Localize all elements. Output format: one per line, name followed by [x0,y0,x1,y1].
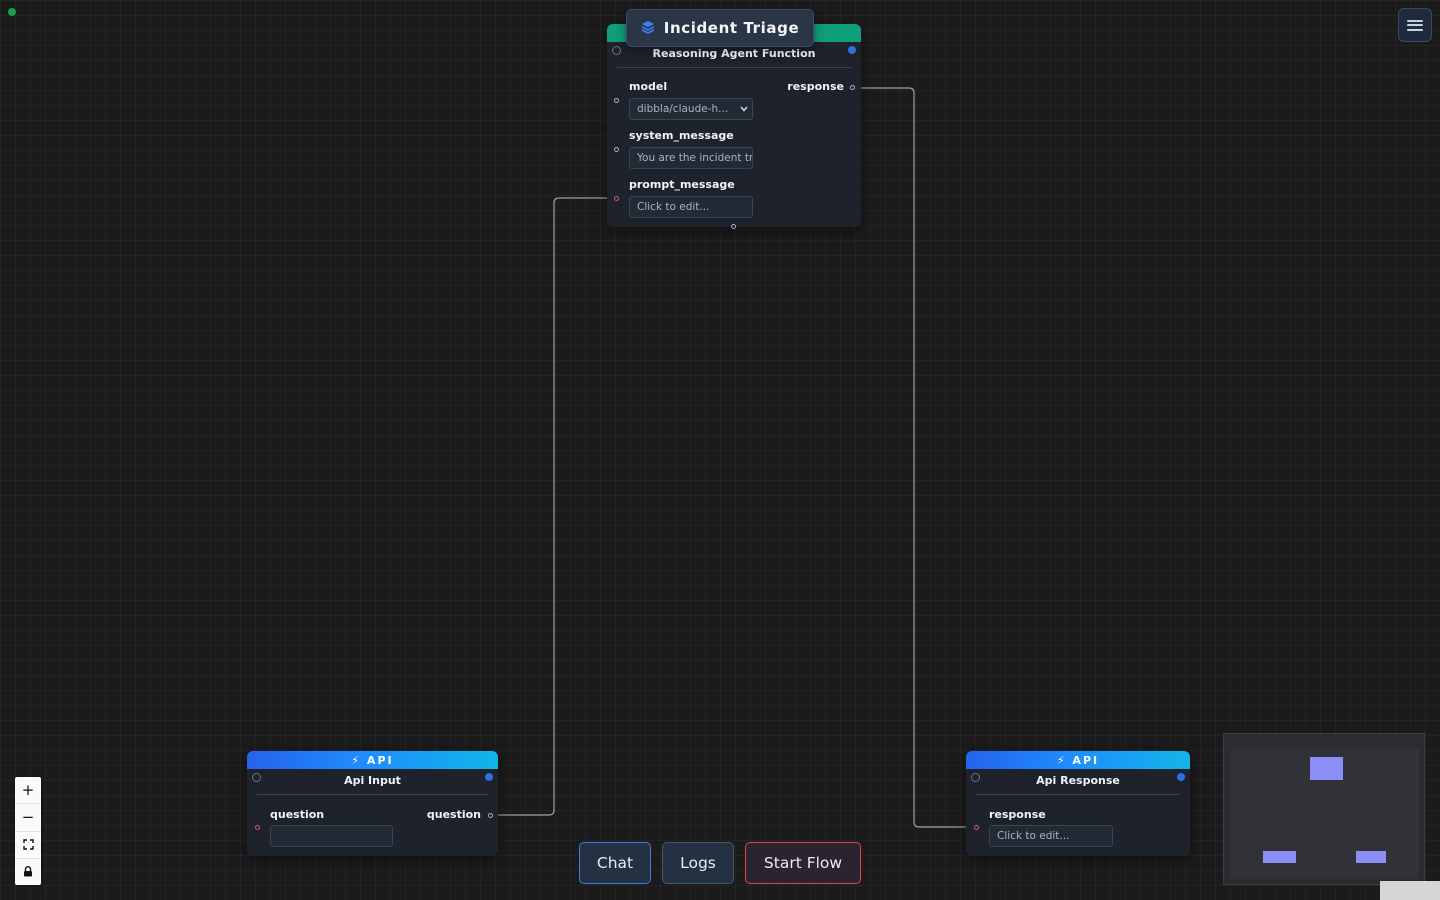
response-output-label: response [787,80,844,93]
model-select-value: dibbla/claude-h... [637,103,729,115]
lock-button[interactable] [15,859,41,885]
node-target-handle[interactable] [252,773,261,782]
edge-question-to-prompt [491,197,614,816]
chevron-down-icon [740,105,748,113]
zoom-out-button[interactable]: − [15,804,41,832]
node-source-handle[interactable] [848,46,856,54]
minimap-node-reasoning [1310,757,1343,780]
menu-button[interactable] [1398,8,1432,42]
node-source-handle[interactable] [1177,773,1185,781]
response-input-port[interactable] [974,825,979,830]
start-flow-button[interactable]: Start Flow [745,842,861,884]
node-source-handle[interactable] [485,773,493,781]
response-input-label: response [989,808,1046,821]
minus-icon: − [21,808,35,827]
fit-view-button[interactable] [15,832,41,859]
divider [617,67,851,68]
prompt-message-label: prompt_message [629,178,735,191]
api-badge: ⚡ API [247,751,498,769]
minimap-node-api-input [1263,851,1296,863]
api-badge: ⚡ API [966,751,1190,769]
question-input-label: question [270,808,325,821]
system-message-label: system_message [629,129,734,142]
response-output-port[interactable] [850,85,855,90]
flow-title: Incident Triage [663,19,800,37]
logs-button[interactable]: Logs [662,842,734,884]
fit-view-icon [22,836,34,854]
minimap[interactable] [1223,733,1425,885]
model-label: model [629,80,668,93]
question-input-port[interactable] [255,825,260,830]
model-select[interactable]: dibbla/claude-h... [629,98,753,120]
reasoning-agent-node[interactable]: Reasoning Agent Function model dibbla/cl… [607,24,861,229]
node-target-handle[interactable] [612,46,621,55]
question-output-label: question [426,808,481,821]
bottom-handle-port[interactable] [731,224,736,229]
model-input-port[interactable] [614,98,619,103]
node-title: Api Response [1036,774,1120,787]
minimap-node-api-response [1356,851,1386,863]
zoom-controls: + − [15,777,41,885]
layers-icon [641,19,655,38]
system-message-input-port[interactable] [614,147,619,152]
system-message-field[interactable]: You are the incident tri [629,147,753,169]
zoom-in-button[interactable]: + [15,777,41,805]
response-field[interactable]: Click to edit... [989,825,1113,847]
divider [257,794,488,795]
node-target-handle[interactable] [971,773,980,782]
flow-title-pill[interactable]: Incident Triage [626,9,814,47]
edge-response-to-response [855,87,975,828]
divider [976,794,1180,795]
lock-icon [23,863,33,881]
connection-status-dot [8,8,16,16]
api-response-node[interactable]: ⚡ API Api Response response Click to edi… [966,751,1190,856]
node-title: Api Input [344,774,401,787]
attribution-badge[interactable] [1380,881,1440,900]
api-input-node[interactable]: ⚡ API Api Input question question [247,751,498,856]
plus-icon: + [21,781,35,800]
prompt-message-input-port[interactable] [614,196,619,201]
question-output-port[interactable] [488,813,493,818]
question-field[interactable] [270,825,393,847]
chat-button[interactable]: Chat [579,842,651,884]
hamburger-icon [1407,19,1423,31]
prompt-message-field[interactable]: Click to edit... [629,196,753,218]
